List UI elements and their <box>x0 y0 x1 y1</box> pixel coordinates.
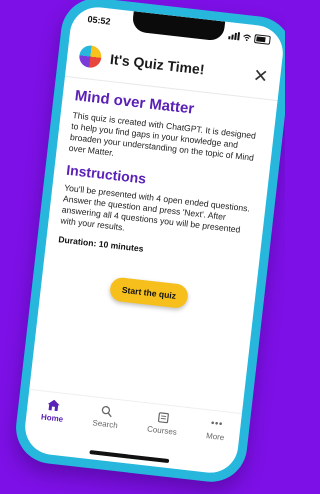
home-icon <box>47 398 60 411</box>
status-time: 05:52 <box>87 14 112 27</box>
wifi-icon <box>243 34 252 41</box>
tab-home-label: Home <box>40 412 64 424</box>
bottom-tab-bar: Home Search Courses More <box>23 388 242 462</box>
close-icon[interactable]: ✕ <box>252 65 269 87</box>
tab-home[interactable]: Home <box>40 397 66 424</box>
more-icon <box>210 417 223 430</box>
start-quiz-button[interactable]: Start the quiz <box>108 276 190 310</box>
tab-search[interactable]: Search <box>92 403 120 430</box>
app-logo <box>78 44 103 69</box>
page-title: It's Quiz Time! <box>109 50 206 78</box>
tab-more-label: More <box>205 431 225 443</box>
quiz-content: Mind over Matter This quiz is created wi… <box>52 87 266 315</box>
tab-more[interactable]: More <box>206 416 227 442</box>
search-icon <box>101 404 113 417</box>
book-icon <box>157 411 169 424</box>
scene: 05:52 It's Quiz Time! ✕ Mind over Matter… <box>0 0 285 494</box>
status-icons <box>228 31 271 45</box>
tab-courses[interactable]: Courses <box>147 410 179 437</box>
tab-search-label: Search <box>92 418 119 431</box>
tab-courses-label: Courses <box>146 424 178 437</box>
phone-screen: 05:52 It's Quiz Time! ✕ Mind over Matter… <box>22 4 285 476</box>
signal-icon <box>228 31 241 41</box>
phone-frame: 05:52 It's Quiz Time! ✕ Mind over Matter… <box>12 0 285 486</box>
battery-icon <box>253 33 271 45</box>
